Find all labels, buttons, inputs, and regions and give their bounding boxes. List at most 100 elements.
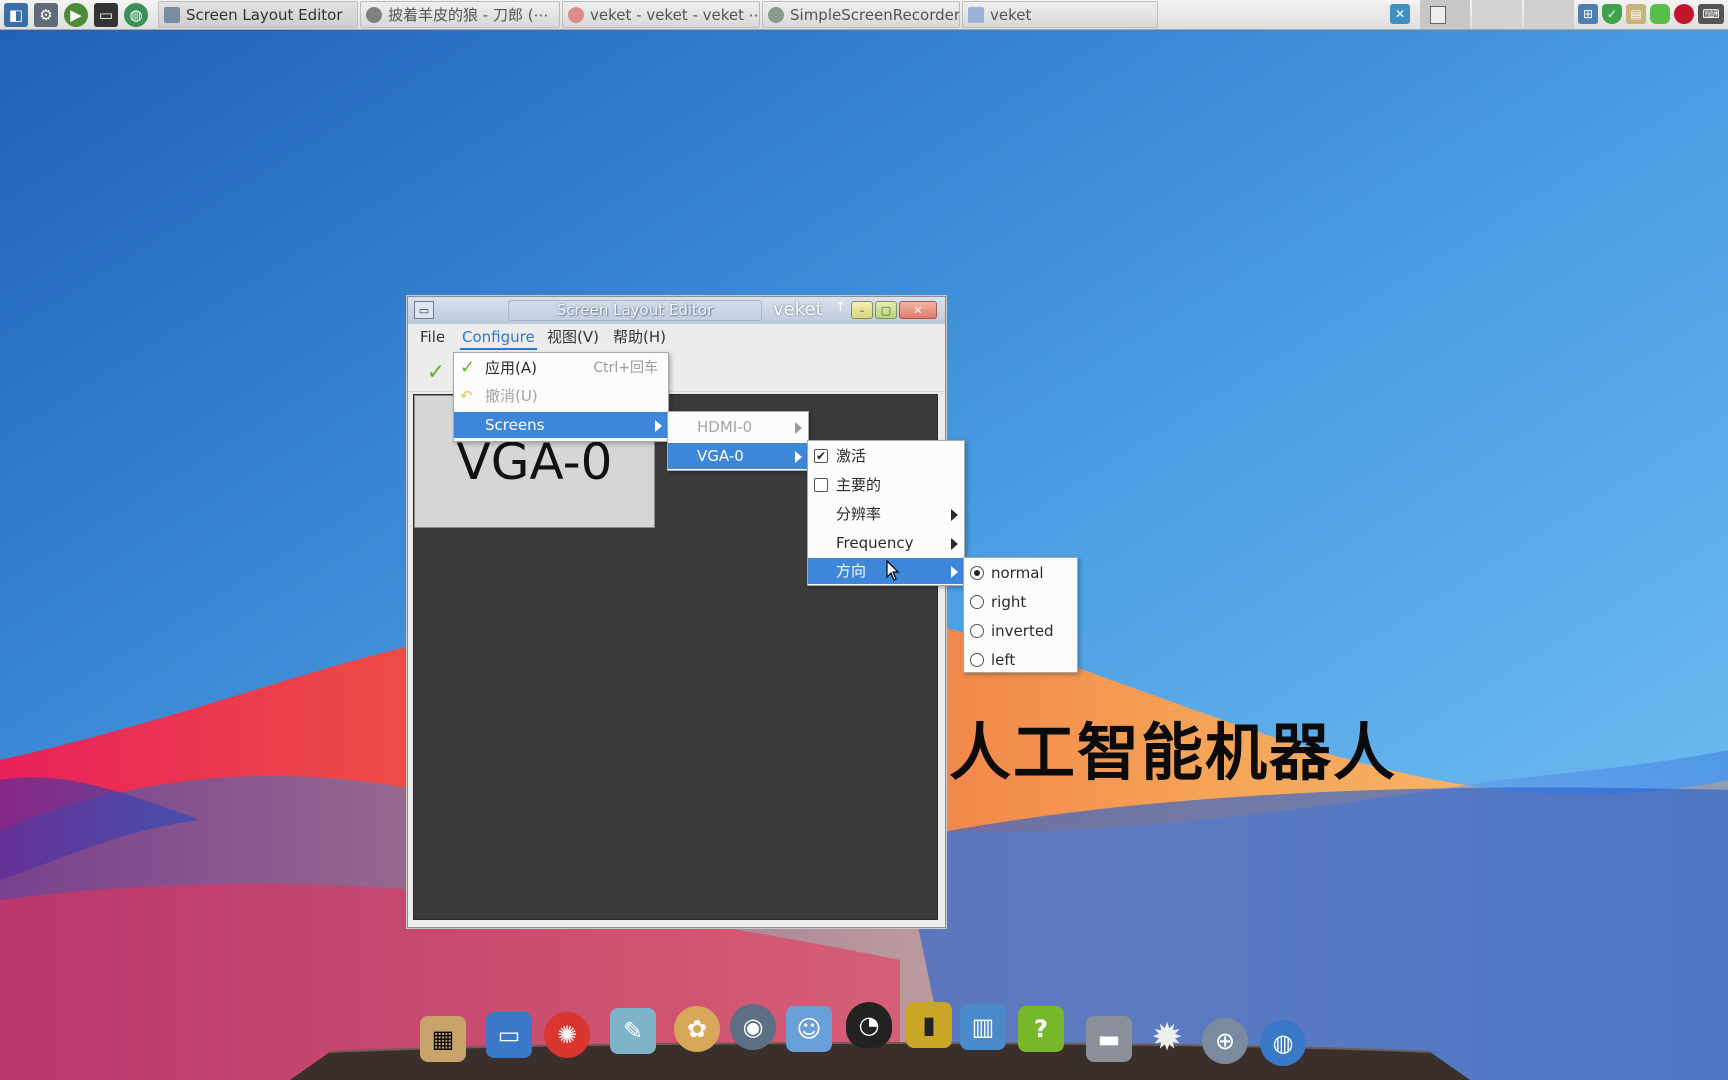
brand-arrow-icon: ↑	[835, 300, 846, 315]
pager-desktop-3[interactable]	[1524, 0, 1574, 29]
help-icon[interactable]: ?	[1018, 1006, 1064, 1052]
menu-item-hdmi-0[interactable]: HDMI-0	[668, 414, 808, 440]
submenu-arrow-icon	[795, 451, 802, 463]
task-screen-recorder[interactable]: SimpleScreenRecorder	[762, 1, 960, 28]
paint-palette-icon[interactable]: ✿	[674, 1006, 720, 1052]
submenu-arrow-icon	[795, 422, 802, 434]
top-taskbar: ◧ ⚙ ▶ ▭ ◍ Screen Layout Editor 披着羊皮的狼 - …	[0, 0, 1728, 30]
menu-help[interactable]: 帮助(H)	[611, 324, 668, 350]
contacts-icon[interactable]: ☺	[786, 1006, 832, 1052]
folder-icon	[968, 6, 984, 23]
penguin-icon[interactable]: ◔	[846, 1002, 892, 1048]
task-file-manager[interactable]: veket	[962, 1, 1158, 28]
task-label: Screen Layout Editor	[186, 5, 343, 24]
recorder-icon	[768, 6, 784, 23]
menu-item-resolution[interactable]: 分辨率	[808, 501, 964, 527]
menu-view[interactable]: 视图(V)	[545, 324, 601, 350]
orientation-submenu: normal right inverted left	[963, 557, 1078, 673]
browser-icon	[568, 6, 584, 23]
menu-item-label: Screens	[485, 416, 545, 434]
pager-desktop-2[interactable]	[1472, 0, 1522, 29]
close-button[interactable]: ✕	[899, 301, 937, 319]
keyboard-icon[interactable]: ⌨	[1698, 4, 1724, 24]
menu-item-label: Frequency	[836, 534, 914, 552]
radio-left[interactable]: left	[964, 647, 1077, 673]
menu-item-accelerator: Ctrl+回车	[593, 360, 658, 376]
settings-tools-icon[interactable]: ⚙	[34, 3, 58, 27]
menu-item-label: inverted	[991, 622, 1054, 640]
clipboard-icon[interactable]: ▤	[1626, 4, 1646, 24]
menu-item-apply[interactable]: ✓ 应用(A) Ctrl+回车	[454, 355, 668, 381]
window-menu-icon[interactable]: ▭	[414, 301, 434, 319]
menu-item-label: normal	[991, 564, 1044, 582]
task-label: 披着羊皮的狼 - 刀郎 (⋯	[388, 6, 549, 24]
submenu-arrow-icon	[951, 509, 958, 521]
radio-normal[interactable]: normal	[964, 560, 1077, 586]
menu-item-label: 激活	[836, 447, 867, 465]
drive-icon[interactable]: ▬	[1086, 1016, 1132, 1062]
submenu-arrow-icon	[951, 566, 958, 578]
radio-unselected-icon	[970, 624, 984, 638]
check-icon: ✓	[460, 357, 476, 378]
menu-item-screens[interactable]: Screens	[454, 412, 668, 438]
menu-item-frequency[interactable]: Frequency	[808, 530, 964, 556]
browser-globe-icon[interactable]: ◍	[1260, 1020, 1306, 1066]
notes-icon[interactable]: ✎	[610, 1008, 656, 1054]
radio-right[interactable]: right	[964, 589, 1077, 615]
menu-item-label: 分辨率	[836, 505, 882, 523]
display-icon	[164, 6, 180, 23]
undo-icon: ↶	[460, 387, 473, 405]
desktop-switch-icon[interactable]: ✕	[1390, 4, 1410, 24]
screens-submenu: HDMI-0 VGA-0	[667, 411, 809, 471]
music-player-icon	[366, 6, 382, 23]
menu-item-primary[interactable]: 主要的	[808, 472, 964, 498]
apply-check-icon[interactable]: ✓	[424, 361, 448, 385]
shield-icon[interactable]: ✓	[1602, 4, 1622, 24]
network-globe-icon[interactable]: ⊕	[1202, 1018, 1248, 1064]
record-icon[interactable]	[1674, 4, 1694, 24]
menu-item-label: 应用(A)	[485, 359, 537, 377]
menu-configure[interactable]: Configure	[460, 324, 537, 350]
hedgehog-icon[interactable]: ✺	[544, 1012, 590, 1058]
menu-item-label: HDMI-0	[697, 418, 753, 436]
minimize-button[interactable]: –	[851, 301, 873, 319]
task-label: SimpleScreenRecorder	[790, 5, 959, 24]
task-label: veket	[990, 5, 1032, 24]
task-screen-layout-editor[interactable]: Screen Layout Editor	[158, 1, 358, 28]
configure-menu: ✓ 应用(A) Ctrl+回车 ↶ 撤消(U) Screens	[453, 352, 669, 442]
radio-unselected-icon	[970, 653, 984, 667]
file-manager-icon[interactable]: ▦	[420, 1016, 466, 1062]
submenu-arrow-icon	[655, 420, 662, 432]
menu-item-label: left	[991, 651, 1016, 669]
monitor-icon[interactable]: ▭	[486, 1012, 532, 1058]
mouse-pointer-icon	[886, 560, 900, 581]
system-monitor-icon[interactable]: ◧	[4, 3, 28, 27]
window-title: Screen Layout Editor	[508, 300, 762, 321]
radio-unselected-icon	[970, 595, 984, 609]
sun-icon[interactable]: ✹	[1144, 1014, 1190, 1060]
chart-icon[interactable]: ▥	[960, 1004, 1006, 1050]
speaker-icon[interactable]: ◉	[730, 1004, 776, 1050]
task-music-player[interactable]: 披着羊皮的狼 - 刀郎 (⋯	[360, 1, 560, 28]
globe-icon[interactable]: ◍	[124, 3, 148, 27]
database-icon[interactable]	[1650, 4, 1670, 24]
menu-item-label: 撤消(U)	[485, 387, 538, 405]
menu-item-label: right	[991, 593, 1027, 611]
radio-inverted[interactable]: inverted	[964, 618, 1077, 644]
network-icon[interactable]: ⊞	[1578, 4, 1598, 24]
menubar: File Configure 视图(V) 帮助(H)	[408, 324, 945, 351]
book-icon[interactable]: ▮	[906, 1002, 952, 1048]
menu-item-activate[interactable]: ✔ 激活	[808, 443, 964, 469]
maximize-button[interactable]: ▢	[875, 301, 897, 319]
menu-item-label: VGA-0	[697, 447, 744, 465]
menu-file[interactable]: File	[418, 324, 447, 350]
play-icon[interactable]: ▶	[64, 3, 88, 27]
submenu-arrow-icon	[951, 538, 958, 550]
menu-item-label: 主要的	[836, 476, 882, 494]
menu-item-vga-0[interactable]: VGA-0	[668, 443, 808, 469]
checkbox-unchecked-icon	[814, 478, 828, 492]
menu-item-undo[interactable]: ↶ 撤消(U)	[454, 383, 668, 409]
window-titlebar[interactable]: ▭ Screen Layout Editor veket ↑ – ▢ ✕	[408, 297, 945, 325]
terminal-icon[interactable]: ▭	[94, 3, 118, 27]
task-browser[interactable]: veket - veket - veket ⋯	[562, 1, 760, 28]
